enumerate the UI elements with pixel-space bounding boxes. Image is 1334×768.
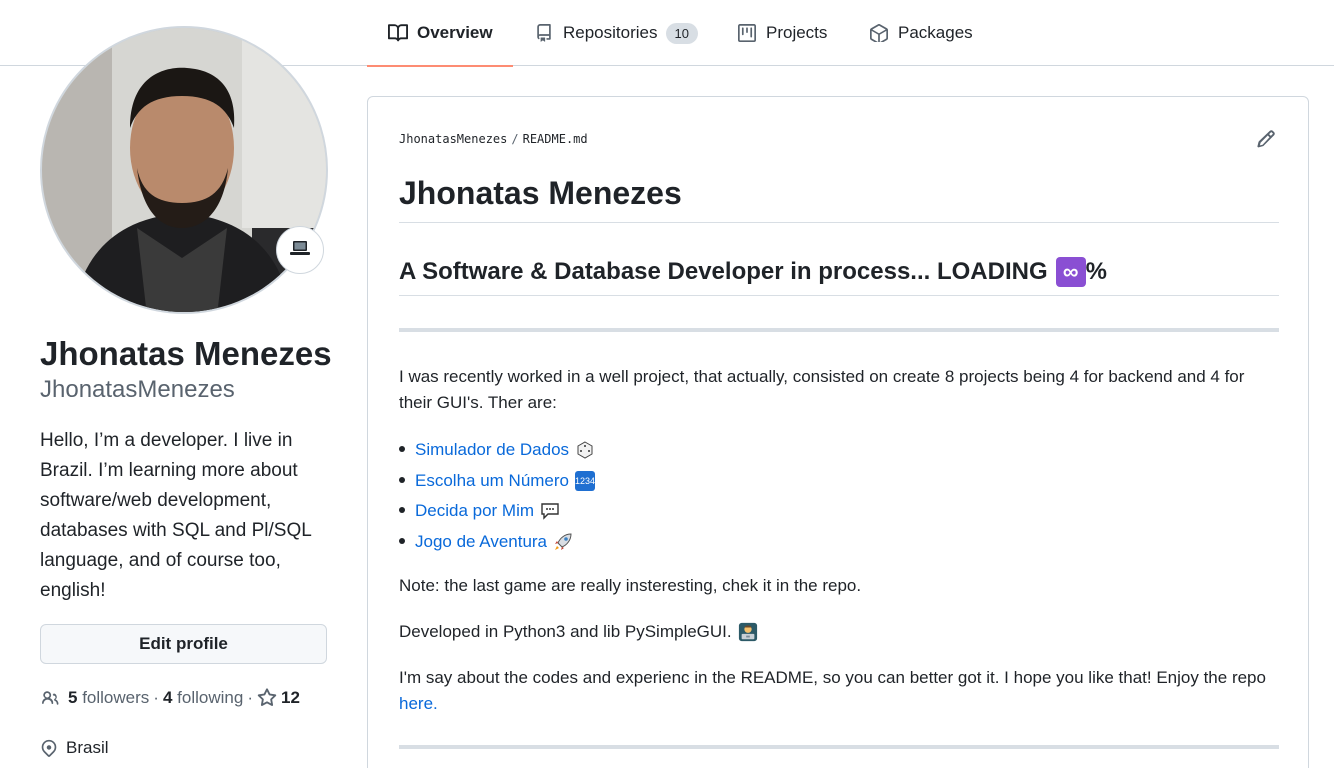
dice-icon bbox=[575, 440, 595, 460]
readme-note: Note: the last game are really insterest… bbox=[399, 576, 862, 595]
project-link-jogo[interactable]: Jogo de Aventura bbox=[415, 529, 547, 555]
repositories-count-badge: 10 bbox=[665, 22, 698, 44]
profile-bio: Hello, I’m a developer. I live in Brazil… bbox=[40, 430, 312, 601]
repo-here-link[interactable]: here. bbox=[399, 694, 438, 713]
project-link-escolha[interactable]: Escolha um Número bbox=[415, 468, 569, 494]
location-icon bbox=[40, 738, 58, 758]
numbers-icon: 1234 bbox=[575, 470, 595, 491]
list-item: Jogo de Aventura bbox=[399, 527, 1279, 558]
readme-developed: Developed in Python3 and lib PySimpleGUI… bbox=[399, 619, 1279, 645]
readme-card: JhonatasMenezes / README.md Jhonatas Menez… bbox=[367, 96, 1309, 768]
followers-label: followers bbox=[82, 688, 150, 707]
rocket-icon bbox=[553, 532, 573, 552]
stars-count: 12 bbox=[281, 688, 300, 707]
crumb-separator: / bbox=[511, 132, 519, 146]
tab-projects[interactable]: Projects bbox=[716, 0, 847, 66]
readme-developed-text: Developed in Python3 and lib PySimpleGUI… bbox=[399, 622, 732, 641]
stars-link[interactable]: 12 bbox=[257, 688, 300, 708]
separator-dot: · bbox=[153, 688, 159, 707]
readme-outro-text: I'm say about the codes and experienc in… bbox=[399, 668, 1266, 687]
following-count: 4 bbox=[162, 688, 173, 707]
tab-label: Packages bbox=[898, 23, 973, 42]
readme-breadcrumb: JhonatasMenezes / README.md bbox=[399, 132, 588, 146]
repo-icon bbox=[533, 22, 555, 44]
following-link[interactable]: 4 following bbox=[163, 688, 243, 708]
followers-count: 5 bbox=[68, 688, 78, 707]
list-item: Escolha um Número 1234 bbox=[399, 466, 1279, 497]
readme-title: Jhonatas Menezes bbox=[399, 175, 1279, 223]
tab-label: Projects bbox=[766, 23, 828, 42]
readme-outro: I'm say about the codes and experienc in… bbox=[399, 665, 1279, 717]
followers-link[interactable]: 5 followers bbox=[68, 688, 149, 708]
infinity-icon: ∞ bbox=[1055, 257, 1086, 287]
tab-packages[interactable]: Packages bbox=[848, 0, 993, 66]
tab-label: Repositories bbox=[563, 23, 658, 42]
project-list: Simulador de Dados Escolha um Número 123… bbox=[399, 435, 1279, 557]
tab-repositories[interactable]: Repositories 10 bbox=[513, 0, 718, 66]
package-icon bbox=[868, 22, 890, 44]
project-link-simulador[interactable]: Simulador de Dados bbox=[415, 437, 569, 463]
set-status-button[interactable] bbox=[276, 226, 324, 274]
avatar[interactable] bbox=[40, 26, 328, 314]
profile-name: Jhonatas Menezes bbox=[40, 335, 332, 372]
readme-subtitle-percent: % bbox=[1085, 258, 1107, 285]
following-label: following bbox=[177, 688, 244, 707]
list-item: Decida por Mim bbox=[399, 496, 1279, 527]
project-link-decida[interactable]: Decida por Mim bbox=[415, 498, 534, 524]
list-item: Simulador de Dados bbox=[399, 435, 1279, 466]
tab-label: Overview bbox=[417, 23, 493, 42]
edit-profile-button[interactable]: Edit profile bbox=[40, 624, 327, 664]
book-icon bbox=[387, 22, 409, 44]
separator-dot: · bbox=[247, 688, 253, 707]
readme-subtitle: A Software & Database Developer in proce… bbox=[399, 257, 1279, 296]
divider bbox=[399, 745, 1279, 749]
star-icon bbox=[257, 688, 277, 708]
readme-crumb-user[interactable]: JhonatasMenezes bbox=[399, 132, 507, 146]
technologist-icon bbox=[738, 622, 758, 642]
location-text: Brasil bbox=[66, 738, 109, 757]
readme-crumb-file[interactable]: README.md bbox=[523, 132, 588, 146]
people-icon bbox=[40, 689, 60, 707]
divider bbox=[399, 328, 1279, 332]
readme-subtitle-text: A Software & Database Developer in proce… bbox=[399, 258, 1048, 285]
follow-stats: 5 followers · 4 following · 12 bbox=[40, 686, 300, 710]
edit-readme-pencil-icon[interactable] bbox=[1256, 129, 1278, 151]
tab-overview[interactable]: Overview bbox=[367, 0, 513, 67]
profile-location: Brasil bbox=[40, 738, 109, 758]
profile-username: JhonatasMenezes bbox=[40, 376, 235, 403]
avatar-container bbox=[40, 26, 328, 314]
laptop-icon bbox=[290, 239, 310, 262]
speech-bubble-icon bbox=[540, 501, 560, 521]
project-icon bbox=[736, 22, 758, 44]
readme-intro: I was recently worked in a well project,… bbox=[399, 367, 1245, 412]
